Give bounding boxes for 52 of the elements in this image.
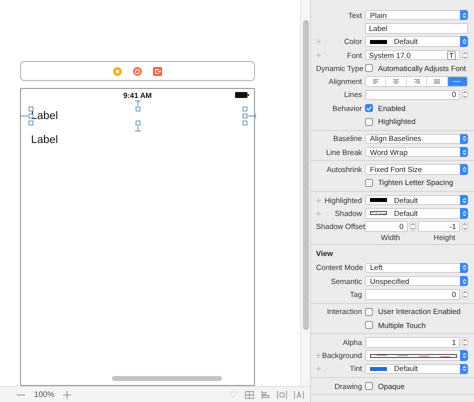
align-center-icon (393, 79, 400, 84)
updown-arrows-icon (462, 264, 466, 272)
plus-icon[interactable] (316, 198, 321, 202)
plus-icon[interactable] (316, 366, 321, 372)
plus-icon[interactable] (316, 39, 321, 44)
zoom-level: 100% (34, 390, 54, 399)
circle-icon[interactable] (113, 66, 122, 76)
zoom-in-icon[interactable] (63, 390, 72, 398)
natural-align-icon (453, 79, 462, 84)
updown-arrows-icon (462, 12, 466, 19)
checkbox[interactable] (365, 308, 373, 316)
stepper-icon[interactable] (462, 89, 468, 100)
label-text[interactable]: Label (31, 133, 58, 147)
plus-icon[interactable] (316, 52, 321, 58)
stepper-icon[interactable] (462, 221, 468, 232)
exit-icon[interactable] (153, 66, 162, 76)
font-icon[interactable] (447, 50, 456, 60)
pin-icon[interactable] (277, 390, 287, 398)
updown-arrows-icon (462, 38, 466, 46)
updown-arrows-icon (462, 365, 466, 372)
stepper-icon[interactable] (410, 221, 416, 232)
alignment-segment[interactable] (446, 77, 467, 86)
align-left-icon (372, 79, 379, 84)
updown-arrows-icon (462, 166, 466, 173)
checkbox[interactable] (365, 64, 373, 72)
grid-icon[interactable] (245, 390, 254, 398)
justify-icon (434, 79, 440, 84)
battery-icon (235, 92, 249, 98)
updown-arrows-icon (462, 278, 466, 285)
horizontal-scrollbar[interactable] (112, 376, 222, 381)
stepper-icon[interactable] (462, 336, 468, 348)
vertical-scrollbar[interactable] (302, 20, 308, 330)
stepper-icon[interactable] (462, 288, 468, 300)
color-popup[interactable] (365, 350, 468, 361)
checkbox[interactable] (365, 178, 373, 187)
align-right-icon (414, 79, 420, 84)
updown-arrows-icon (462, 148, 466, 156)
updown-arrows-icon (462, 135, 466, 142)
updown-arrows-icon (462, 352, 466, 360)
updown-arrows-icon (462, 210, 466, 217)
clear-color-swatch (370, 211, 387, 216)
checkbox[interactable] (365, 321, 373, 330)
resolve-icon[interactable] (294, 390, 304, 398)
updown-arrows-icon (462, 196, 466, 204)
checkbox[interactable] (365, 118, 373, 126)
plus-icon[interactable] (316, 353, 321, 358)
stack-icon[interactable] (261, 390, 270, 398)
cube-icon[interactable] (133, 66, 142, 76)
plus-icon[interactable] (316, 210, 321, 216)
stepper-icon[interactable] (462, 50, 468, 61)
checkbox[interactable] (365, 104, 373, 112)
checkbox[interactable] (365, 382, 373, 390)
